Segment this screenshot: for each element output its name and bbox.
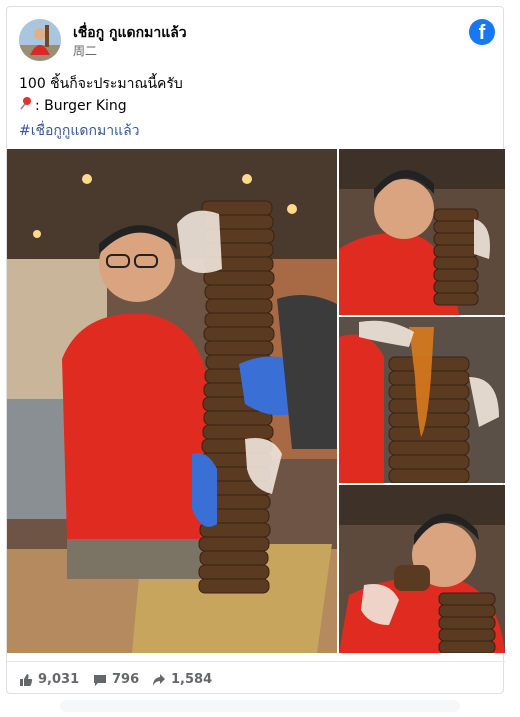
comments-count: 796 — [112, 672, 140, 687]
likes-count: 9,031 — [38, 672, 80, 687]
post-header: เชื่อกู กูแดกมาแล้ว 周二 f — [19, 19, 495, 63]
shares-count: 1,584 — [171, 672, 213, 687]
thumbs-up-icon — [20, 673, 33, 686]
sauce-photo — [339, 317, 505, 483]
author-avatar[interactable] — [19, 19, 61, 61]
post-text-line1: 100 ชิ้นก็จะประมาณนี้ครับ — [19, 76, 183, 92]
post-footer: 9,031 796 1,584 — [7, 661, 505, 696]
hashtag-link[interactable]: #เชื่อกูกูแดกมาแล้ว — [19, 120, 140, 142]
facebook-post-embed: เชื่อกู กูแดกมาแล้ว 周二 f 100 ชิ้นก็จะประ… — [6, 6, 505, 696]
comments-stat[interactable]: 796 — [93, 672, 139, 687]
post-timestamp[interactable]: 周二 — [73, 42, 97, 59]
photo-top-right[interactable] — [339, 149, 505, 315]
burger-tower-photo — [7, 149, 337, 653]
location-text: : Burger King — [35, 98, 127, 114]
facebook-icon[interactable]: f — [469, 19, 495, 45]
share-icon — [153, 673, 165, 686]
placeholder-bar — [60, 700, 460, 712]
round-pushpin-icon — [19, 95, 35, 117]
author-name[interactable]: เชื่อกู กูแดกมาแล้ว — [73, 22, 187, 44]
photo-grid — [7, 149, 505, 653]
post-text: 100 ชิ้นก็จะประมาณนี้ครับ : Burger King — [19, 73, 183, 117]
bite-photo-2 — [339, 485, 505, 653]
post-text-line2: : Burger King — [19, 95, 183, 117]
comment-icon — [94, 674, 106, 686]
shares-stat[interactable]: 1,584 — [152, 672, 212, 687]
photo-bottom-right[interactable] — [339, 485, 505, 653]
bite-photo-1 — [339, 149, 505, 315]
avatar-image — [19, 19, 61, 61]
photo-middle-right[interactable] — [339, 317, 505, 483]
photo-main[interactable] — [7, 149, 337, 653]
likes-stat[interactable]: 9,031 — [19, 672, 79, 687]
